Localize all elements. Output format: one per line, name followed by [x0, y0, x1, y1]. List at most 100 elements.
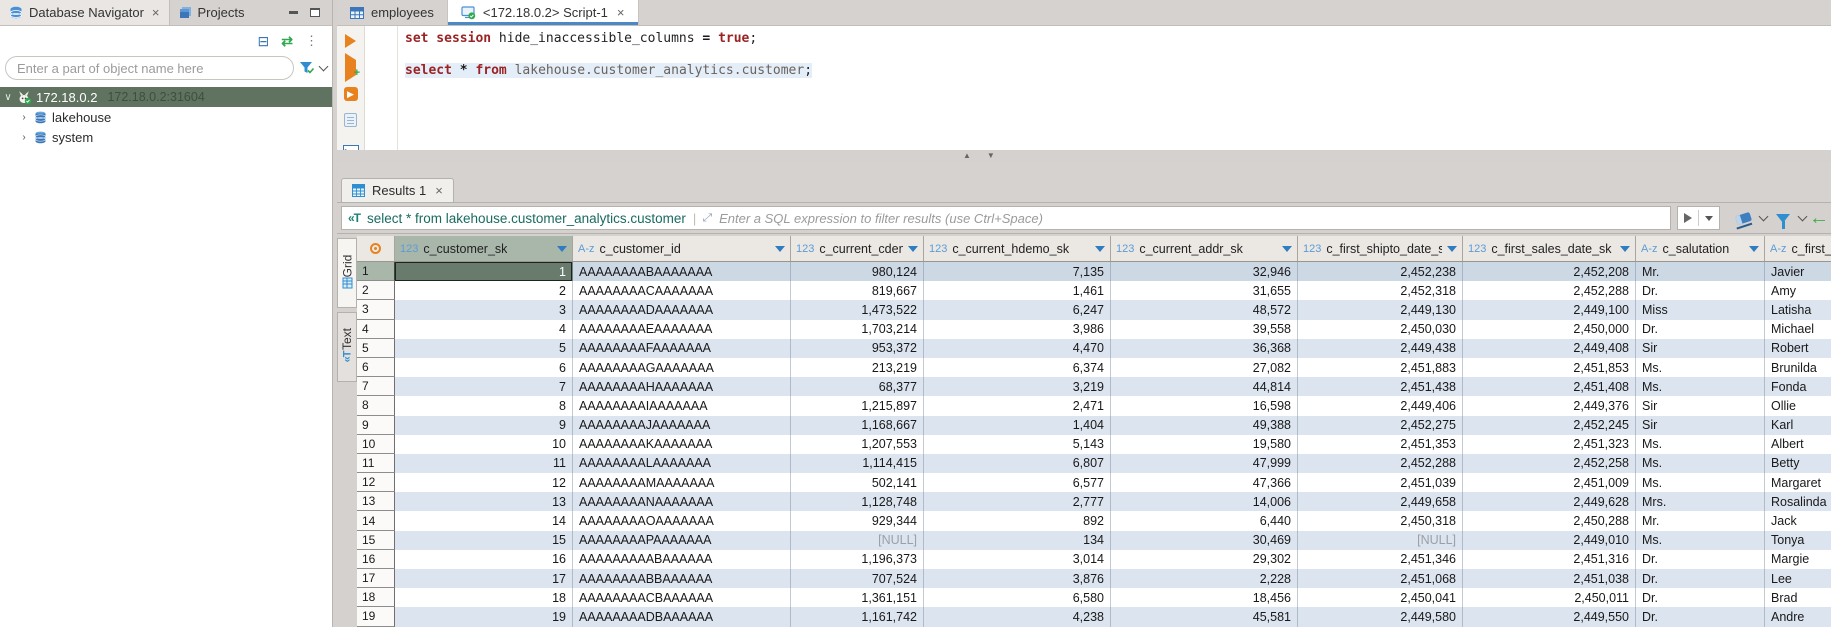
explain-plan-icon[interactable] [344, 113, 357, 127]
grid-cell[interactable]: AAAAAAAAMAAAAAAA [573, 473, 791, 492]
row-number-cell[interactable]: 2 [357, 281, 395, 300]
grid-cell[interactable]: 10 [395, 435, 573, 454]
object-filter-input[interactable] [5, 56, 294, 80]
execute-statement-icon[interactable] [345, 34, 356, 48]
grid-cell[interactable]: 2,449,550 [1463, 607, 1636, 626]
grid-cell[interactable]: 2,450,030 [1298, 320, 1463, 339]
grid-cell[interactable]: 2,451,323 [1463, 435, 1636, 454]
editor-results-splitter[interactable]: ▲ ▼ [337, 150, 1831, 162]
grid-cell[interactable]: 16 [395, 550, 573, 569]
grid-cell[interactable]: AAAAAAAADBAAAAAA [573, 607, 791, 626]
grid-cell[interactable]: AAAAAAAADAAAAAAA [573, 300, 791, 319]
grid-cell[interactable]: 6,577 [924, 473, 1111, 492]
expand-filter-icon[interactable]: ⤢ [703, 212, 713, 225]
column-sort-dropdown-icon[interactable] [557, 246, 567, 252]
grid-cell[interactable]: 3,876 [924, 569, 1111, 588]
grid-cell[interactable]: 1,161,742 [791, 607, 924, 626]
grid-cell[interactable]: 30,469 [1111, 531, 1298, 550]
grid-cell[interactable]: AAAAAAAAABAAAAAA [573, 550, 791, 569]
grid-cell[interactable]: 29,302 [1111, 550, 1298, 569]
grid-cell[interactable]: 48,572 [1111, 300, 1298, 319]
grid-cell[interactable]: 2,450,000 [1463, 320, 1636, 339]
grid-cell[interactable]: Brad [1765, 588, 1831, 607]
grid-cell[interactable]: 819,667 [791, 281, 924, 300]
grid-cell[interactable]: 2 [395, 281, 573, 300]
grid-cell[interactable]: AAAAAAAAOAAAAAAA [573, 511, 791, 530]
grid-cell[interactable]: 2,451,039 [1298, 473, 1463, 492]
grid-cell[interactable]: 2,450,318 [1298, 511, 1463, 530]
row-number-cell[interactable]: 3 [357, 300, 395, 319]
grid-cell[interactable]: AAAAAAAALAAAAAAA [573, 454, 791, 473]
grid-cell[interactable]: Betty [1765, 454, 1831, 473]
row-number-cell[interactable]: 5 [357, 339, 395, 358]
grid-cell[interactable]: Ms. [1636, 358, 1765, 377]
grid-cell[interactable]: 2,449,406 [1298, 396, 1463, 415]
grid-cell[interactable]: 3,219 [924, 377, 1111, 396]
grid-cell[interactable]: 5 [395, 339, 573, 358]
grid-cell[interactable]: Dr. [1636, 569, 1765, 588]
grid-cell[interactable]: AAAAAAAABAAAAAAA [573, 262, 791, 281]
grid-cell[interactable]: 39,558 [1111, 320, 1298, 339]
grid-cell[interactable]: 2,451,038 [1463, 569, 1636, 588]
tab-employees[interactable]: employees [337, 0, 448, 25]
grid-cell[interactable]: 3,014 [924, 550, 1111, 569]
grid-cell[interactable]: 2,452,288 [1463, 281, 1636, 300]
grid-cell[interactable]: 1,168,667 [791, 416, 924, 435]
grid-cell[interactable]: 3 [395, 300, 573, 319]
grid-cell[interactable]: 11 [395, 454, 573, 473]
grid-cell[interactable]: 2,449,438 [1298, 339, 1463, 358]
row-number-cell[interactable]: 9 [357, 416, 395, 435]
grid-cell[interactable]: Rosalinda [1765, 492, 1831, 511]
column-sort-dropdown-icon[interactable] [908, 246, 918, 252]
expander-icon[interactable]: ∨ [0, 92, 16, 103]
grid-cell[interactable]: Tonya [1765, 531, 1831, 550]
column-header-c_salutation[interactable]: A-zc_salutation [1636, 236, 1765, 261]
grid-cell[interactable]: 4,238 [924, 607, 1111, 626]
expander-icon[interactable]: › [16, 132, 32, 143]
grid-cell[interactable]: 2,452,318 [1298, 281, 1463, 300]
close-icon[interactable]: × [617, 5, 625, 20]
grid-cell[interactable]: AAAAAAAAPAAAAAAA [573, 531, 791, 550]
grid-cell[interactable]: 1,404 [924, 416, 1111, 435]
clear-dropdown-icon[interactable] [1759, 212, 1769, 222]
tab-text-presentation[interactable]: Text «T [337, 312, 357, 382]
column-header-c_first_na[interactable]: A-zc_first_na [1765, 236, 1831, 261]
grid-cell[interactable]: 6,807 [924, 454, 1111, 473]
grid-cell[interactable]: 45,581 [1111, 607, 1298, 626]
grid-corner-cell[interactable] [357, 236, 395, 261]
grid-cell[interactable]: 6,580 [924, 588, 1111, 607]
tab-grid-presentation[interactable]: Grid [337, 238, 357, 308]
grid-cell[interactable]: 19,580 [1111, 435, 1298, 454]
grid-cell[interactable]: 892 [924, 511, 1111, 530]
grid-cell[interactable]: AAAAAAAAEAAAAAAA [573, 320, 791, 339]
grid-cell[interactable]: 6,247 [924, 300, 1111, 319]
grid-cell[interactable]: 2,449,658 [1298, 492, 1463, 511]
grid-cell[interactable]: AAAAAAAAGAAAAAAA [573, 358, 791, 377]
grid-cell[interactable]: Miss [1636, 300, 1765, 319]
maximize-view-icon[interactable] [310, 8, 320, 17]
column-sort-dropdown-icon[interactable] [1749, 246, 1759, 252]
grid-cell[interactable]: Margaret [1765, 473, 1831, 492]
grid-cell[interactable]: 4 [395, 320, 573, 339]
grid-cell[interactable]: Sir [1636, 339, 1765, 358]
grid-cell[interactable]: Dr. [1636, 607, 1765, 626]
grid-cell[interactable]: 19 [395, 607, 573, 626]
grid-cell[interactable]: 4,470 [924, 339, 1111, 358]
grid-cell[interactable]: 2,449,580 [1298, 607, 1463, 626]
grid-cell[interactable]: Dr. [1636, 320, 1765, 339]
grid-cell[interactable]: 1,361,151 [791, 588, 924, 607]
grid-cell[interactable]: 2,450,041 [1298, 588, 1463, 607]
grid-cell[interactable]: 6,440 [1111, 511, 1298, 530]
grid-cell[interactable]: 213,219 [791, 358, 924, 377]
grid-cell[interactable]: 13 [395, 492, 573, 511]
grid-cell[interactable]: Sir [1636, 416, 1765, 435]
grid-cell[interactable]: 134 [924, 531, 1111, 550]
grid-cell[interactable]: 18 [395, 588, 573, 607]
grid-cell[interactable]: Dr. [1636, 550, 1765, 569]
grid-cell[interactable]: Amy [1765, 281, 1831, 300]
grid-cell[interactable]: 2,449,376 [1463, 396, 1636, 415]
grid-cell[interactable]: Javier [1765, 262, 1831, 281]
grid-cell[interactable]: Dr. [1636, 281, 1765, 300]
column-header-c_first_shipto_date_sk[interactable]: 123c_first_shipto_date_sk [1298, 236, 1463, 261]
grid-cell[interactable]: 2,452,245 [1463, 416, 1636, 435]
